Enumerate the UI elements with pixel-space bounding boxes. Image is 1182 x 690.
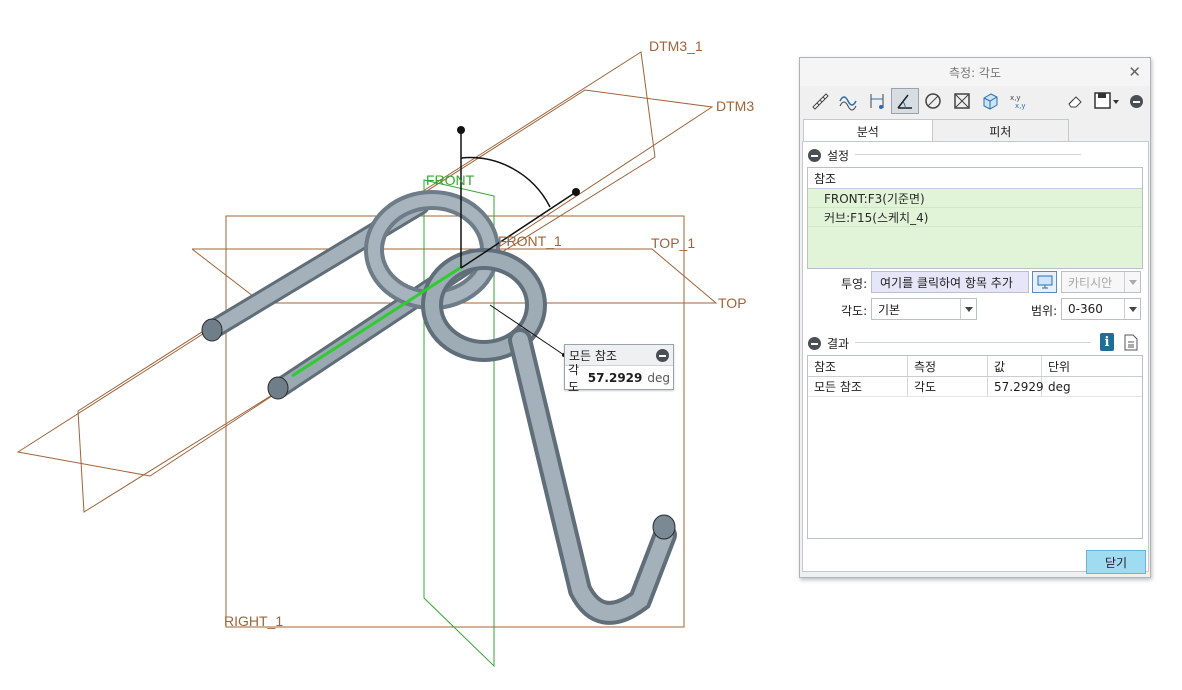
svg-text:x,y: x,y xyxy=(1010,94,1021,102)
dialog-title: 측정: 각도 xyxy=(948,65,1002,80)
angle-label: 각도: xyxy=(841,304,868,318)
chevron-down-icon xyxy=(1124,272,1140,292)
datum-label-dtm3[interactable]: DTM3 xyxy=(716,98,754,114)
ruler-icon xyxy=(811,93,829,110)
curve-icon xyxy=(839,96,857,111)
clear-tool-button[interactable] xyxy=(1062,88,1089,114)
transform-icon: x,yx,y xyxy=(1010,94,1026,110)
table-row[interactable]: 모든 참조 각도 57.2929 deg xyxy=(808,377,1142,397)
references-header: 참조 xyxy=(808,168,1142,189)
diameter-tool-button[interactable] xyxy=(920,88,947,114)
tab-feature[interactable]: 피처 xyxy=(932,119,1069,142)
chevron-down-icon xyxy=(1124,299,1140,319)
info-icon[interactable]: i xyxy=(1100,333,1114,351)
result-unit: deg xyxy=(1048,379,1071,394)
length-tool-button[interactable] xyxy=(806,88,833,114)
datum-label-front-1[interactable]: FRONT_1 xyxy=(498,233,562,249)
close-icon[interactable]: ✕ xyxy=(1128,63,1141,81)
model-scene xyxy=(16,51,718,668)
dtm3-1-datum-plane xyxy=(77,51,656,513)
angle-icon xyxy=(897,94,912,109)
datum-label-dtm3-1[interactable]: DTM3_1 xyxy=(649,38,703,54)
range-select[interactable]: 0-360 xyxy=(1061,298,1141,320)
measure-toolbar: x,y x,y xyxy=(800,86,1150,116)
analysis-panel: 설정 참조 FRONT:F3(기준면) 커브:F15(스케치_4) 투영: 여기… xyxy=(802,141,1149,572)
diameter-icon xyxy=(925,93,942,109)
details-button[interactable] xyxy=(1124,334,1138,354)
collapse-dialog-button[interactable] xyxy=(1123,88,1150,114)
save-icon xyxy=(1094,92,1119,109)
datum-label-top[interactable]: TOP xyxy=(718,295,747,311)
measurement-tooltip-row: 각도 57.2929 deg xyxy=(565,363,673,394)
results-header-row: 참조 측정 값 단위 xyxy=(808,356,1142,377)
save-dropdown-button[interactable] xyxy=(1090,88,1121,114)
chevron-down-icon xyxy=(960,299,976,319)
results-table: 참조 측정 값 단위 모든 참조 각도 57.2929 deg xyxy=(807,355,1143,539)
projection-view-button[interactable] xyxy=(1032,271,1057,293)
measurement-tooltip-label: 각도 xyxy=(568,362,580,394)
volume-icon xyxy=(983,93,998,110)
references-collector[interactable]: 참조 FRONT:F3(기준면) 커브:F15(스케치_4) xyxy=(807,167,1143,269)
measure-dialog: 측정: 각도 ✕ x,y x,y 분석 피처 설정 참조 FRONT:F3(기준… xyxy=(799,57,1151,578)
dialog-tabs: 분석 피처 xyxy=(803,119,1069,142)
transform-tool-button[interactable]: x,y x,y xyxy=(1005,88,1032,114)
range-value: 0-360 xyxy=(1068,302,1103,316)
close-button[interactable]: 닫기 xyxy=(1086,550,1146,574)
projection-collector[interactable]: 여기를 클릭하여 항목 추가 xyxy=(871,271,1029,293)
curve-length-tool-button[interactable] xyxy=(834,88,861,114)
dialog-titlebar[interactable]: 측정: 각도 ✕ xyxy=(800,58,1150,86)
angle-arc xyxy=(460,156,551,208)
projection-label: 투영: xyxy=(841,277,868,291)
coord-system-value: 카티시안 xyxy=(1068,275,1113,290)
measurement-tooltip: 모든 참조 각도 57.2929 deg xyxy=(564,344,674,394)
tab-analysis[interactable]: 분석 xyxy=(803,119,933,142)
reference-item[interactable]: 커브:F15(스케치_4) xyxy=(808,208,1142,227)
range-label: 범위: xyxy=(1031,304,1058,318)
results-section-title: 결과 xyxy=(827,337,850,351)
datum-label-top-1[interactable]: TOP_1 xyxy=(651,235,695,251)
collapse-icon[interactable] xyxy=(656,348,669,362)
datum-label-front[interactable]: FRONT xyxy=(426,172,474,188)
area-icon xyxy=(954,93,970,109)
collapse-icon xyxy=(808,337,821,350)
collapse-icon xyxy=(808,149,821,162)
column-header-value[interactable]: 값 xyxy=(988,356,1042,376)
document-icon xyxy=(1124,334,1138,351)
graphics-viewport[interactable]: DTM3_1 DTM3 FRONT FRONT_1 TOP_1 TOP RIGH… xyxy=(0,0,795,687)
measurement-tooltip-value: 57.2929 xyxy=(587,370,643,385)
angle-mode-select[interactable]: 기본 xyxy=(871,298,977,320)
eraser-icon xyxy=(1068,96,1083,108)
result-measure: 각도 xyxy=(908,377,988,396)
column-header-measure[interactable]: 측정 xyxy=(908,356,988,376)
dialog-footer: 닫기 xyxy=(800,547,1150,577)
setup-section-title: 설정 xyxy=(827,149,850,163)
dtm3-datum-plane xyxy=(16,89,714,477)
reference-item[interactable]: FRONT:F3(기준면) xyxy=(808,189,1142,208)
svg-text:x,y: x,y xyxy=(1015,102,1026,110)
distance-icon xyxy=(870,94,884,109)
distance-tool-button[interactable] xyxy=(863,88,890,114)
setup-section-header[interactable]: 설정 xyxy=(808,147,849,164)
result-reference: 모든 참조 xyxy=(808,377,908,396)
coord-system-select: 카티시안 xyxy=(1061,271,1141,293)
area-tool-button[interactable] xyxy=(948,88,975,114)
angle-mode-value: 기본 xyxy=(878,302,901,317)
volume-tool-button[interactable] xyxy=(977,88,1004,114)
collapse-icon xyxy=(1129,94,1143,108)
angle-tool-button[interactable] xyxy=(891,88,919,114)
monitor-icon xyxy=(1037,275,1052,289)
result-value: 57.2929 xyxy=(988,377,1044,396)
measurement-tooltip-unit: deg xyxy=(647,370,670,385)
column-header-unit[interactable]: 단위 xyxy=(1042,356,1142,376)
results-section-header[interactable]: 결과 xyxy=(808,335,849,352)
column-header-reference[interactable]: 참조 xyxy=(808,356,908,376)
datum-label-right-1[interactable]: RIGHT_1 xyxy=(224,613,283,629)
